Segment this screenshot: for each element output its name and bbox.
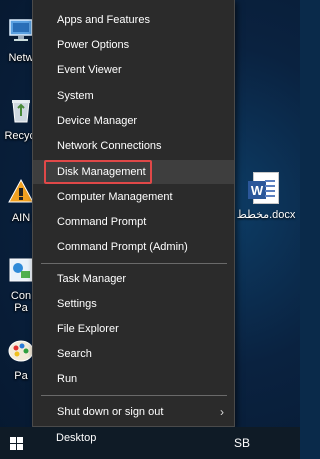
menu-item-command-prompt-admin[interactable]: Command Prompt (Admin) <box>33 235 234 259</box>
desktop-icon-label-line2: Pa <box>14 302 28 314</box>
menu-item-device-manager[interactable]: Device Manager <box>33 109 234 133</box>
highlight-annotation-box <box>44 160 152 184</box>
menu-item-command-prompt[interactable]: Command Prompt <box>33 210 234 234</box>
menu-item-power-options[interactable]: Power Options <box>33 33 234 57</box>
menu-item-settings[interactable]: Settings <box>33 292 234 316</box>
menu-item-file-explorer[interactable]: File Explorer <box>33 317 234 341</box>
menu-item-computer-management[interactable]: Computer Management <box>33 185 234 209</box>
recycle-bin-icon <box>7 96 35 124</box>
desktop-icon-label: AIN <box>11 212 31 224</box>
menu-item-label: Shut down or sign out <box>57 406 164 418</box>
windows-logo-icon <box>9 436 23 450</box>
word-document-icon: W <box>248 172 279 204</box>
menu-separator <box>41 263 227 264</box>
menu-item-network-connections[interactable]: Network Connections <box>33 134 234 158</box>
menu-item-search[interactable]: Search <box>33 342 234 366</box>
menu-separator <box>41 395 227 396</box>
chevron-right-icon: › <box>220 405 224 419</box>
desktop-icon-label: Pa <box>14 370 28 382</box>
start-button[interactable] <box>0 427 32 459</box>
menu-item-desktop[interactable]: Desktop <box>32 426 235 450</box>
taskbar-label: SB <box>234 436 251 450</box>
menu-item-task-manager[interactable]: Task Manager <box>33 267 234 291</box>
desktop-icon-label: Netw <box>8 52 34 64</box>
menu-item-system[interactable]: System <box>33 84 234 108</box>
desktop-file-label: مخطط.docx <box>236 209 296 221</box>
desktop-icon-label: Con <box>10 290 32 302</box>
control-panel-icon <box>7 256 35 284</box>
app-shortcut-icon <box>7 178 35 206</box>
menu-item-shut-down-or-sign-out[interactable]: Shut down or sign out › <box>33 400 234 424</box>
menu-item-event-viewer[interactable]: Event Viewer <box>33 58 234 82</box>
menu-item-run[interactable]: Run <box>33 367 234 391</box>
menu-item-apps-and-features[interactable]: Apps and Features <box>33 8 234 32</box>
paint-icon <box>7 336 35 364</box>
network-icon <box>7 16 35 44</box>
desktop-file-docx[interactable]: W مخطط.docx <box>236 172 296 221</box>
winx-context-menu: Apps and Features Power Options Event Vi… <box>32 0 235 427</box>
